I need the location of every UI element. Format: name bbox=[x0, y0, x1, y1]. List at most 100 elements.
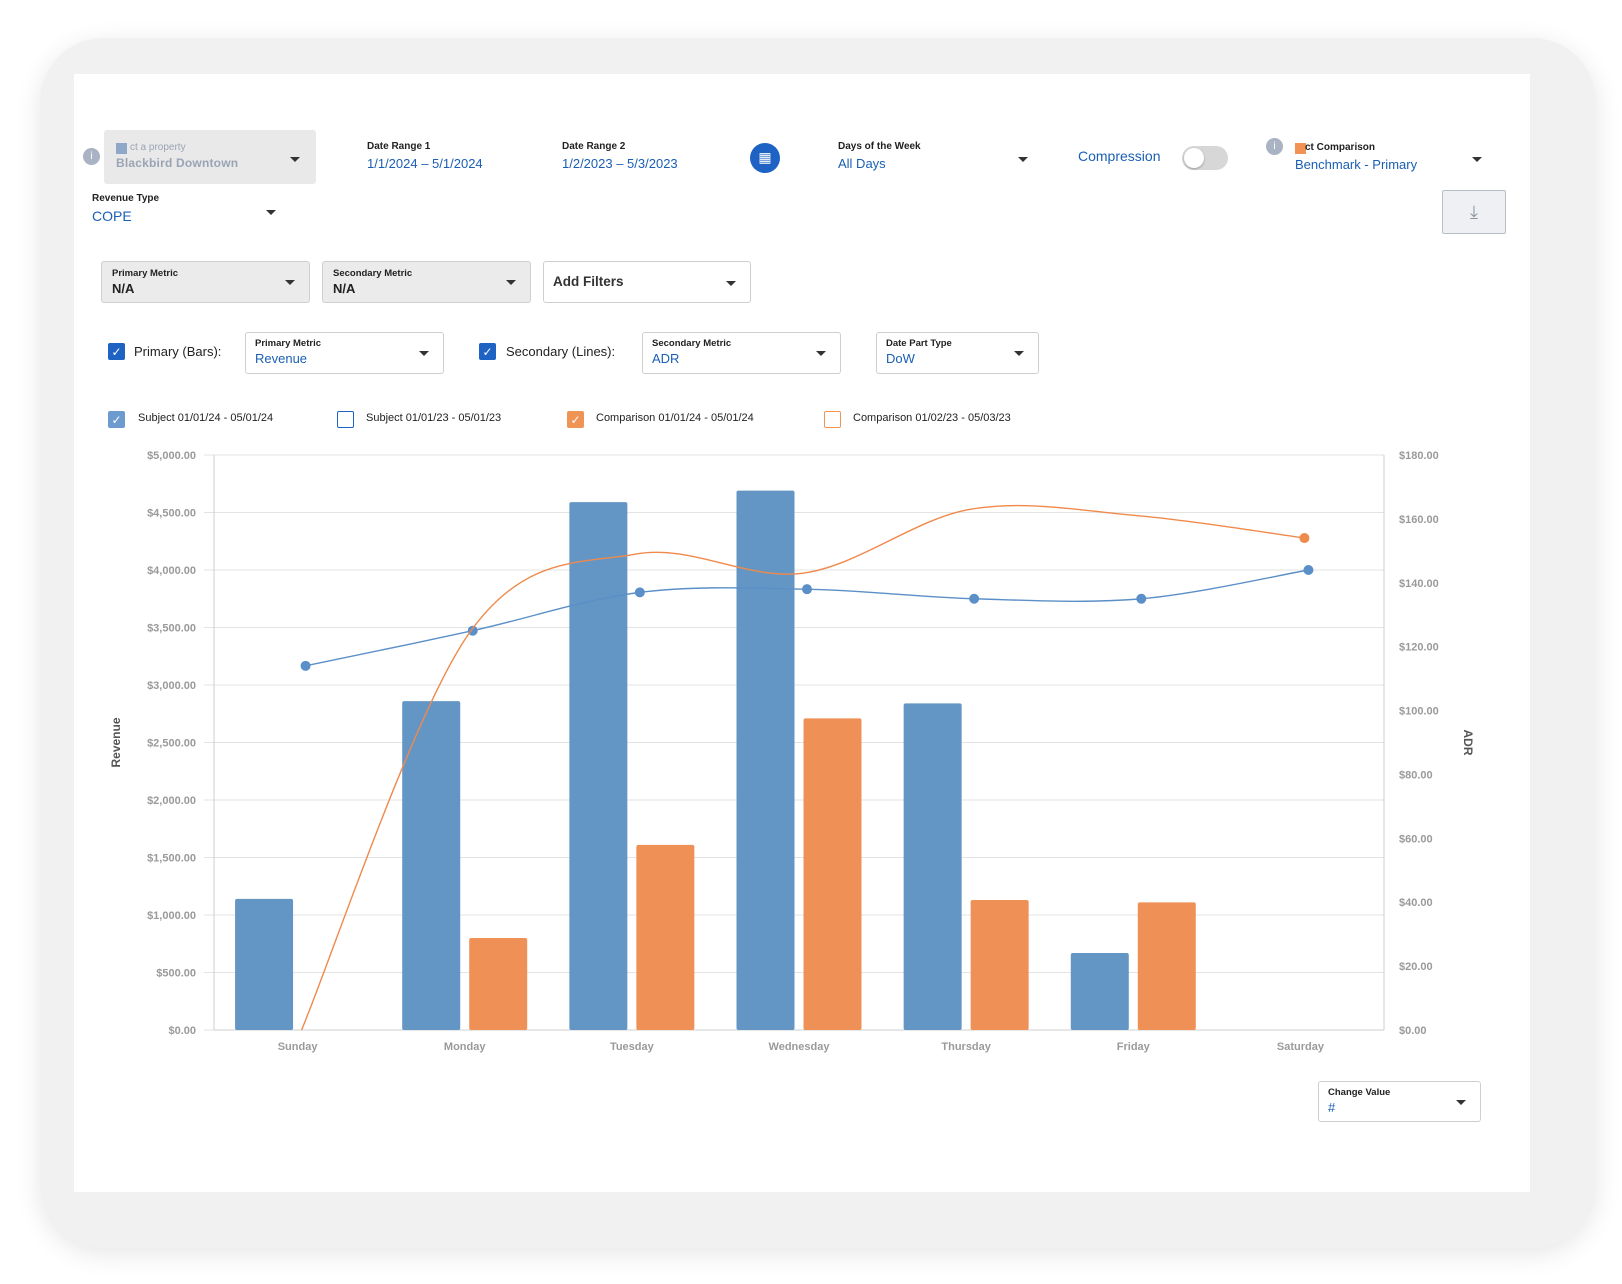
primary-bars-checkbox[interactable]: ✓ bbox=[108, 343, 125, 360]
chevron-down-icon bbox=[285, 280, 295, 285]
date-range-1-label: Date Range 1 bbox=[367, 141, 431, 152]
primary-metric-select-label: Primary Metric bbox=[255, 338, 322, 349]
x-tick-label: Tuesday bbox=[610, 1041, 655, 1053]
secondary-lines-label: Secondary (Lines): bbox=[506, 344, 616, 359]
secondary-lines-checkbox[interactable]: ✓ bbox=[479, 343, 496, 360]
x-tick-label: Saturday bbox=[1277, 1041, 1325, 1053]
toggle-knob bbox=[1184, 148, 1204, 168]
y-tick-label: $500.00 bbox=[156, 968, 196, 980]
y2-tick-label: $60.00 bbox=[1399, 833, 1433, 845]
legend-comparison-2024-label: Comparison 01/01/24 - 05/01/24 bbox=[596, 412, 754, 424]
secondary-metric-filter-value: N/A bbox=[333, 281, 356, 296]
days-of-week-label: Days of the Week bbox=[838, 141, 921, 152]
property-value: Blackbird Downtown bbox=[116, 156, 239, 170]
secondary-metric-filter-label: Secondary Metric bbox=[333, 268, 413, 279]
bar bbox=[636, 844, 695, 1030]
y-tick-label: $2,000.00 bbox=[147, 795, 196, 807]
primary-metric-select-value: Revenue bbox=[255, 351, 308, 366]
add-filters-label: Add Filters bbox=[553, 274, 624, 289]
y-axis-title: Revenue bbox=[109, 717, 123, 767]
x-tick-label: Wednesday bbox=[769, 1041, 831, 1053]
legend-comparison-2023-label: Comparison 01/02/23 - 05/03/23 bbox=[853, 412, 1011, 424]
y-tick-label: $2,500.00 bbox=[147, 738, 196, 750]
line-point bbox=[300, 660, 311, 671]
bar bbox=[736, 490, 795, 1030]
change-value-label: Change Value bbox=[1328, 1087, 1391, 1098]
bar bbox=[1070, 952, 1129, 1030]
y2-tick-label: $20.00 bbox=[1399, 961, 1433, 973]
compression-label: Compression bbox=[1078, 148, 1161, 164]
download-button[interactable]: ⤓ bbox=[1442, 190, 1506, 234]
line-point bbox=[969, 593, 980, 604]
y2-tick-label: $180.00 bbox=[1399, 450, 1439, 462]
property-placeholder: ct a property bbox=[130, 142, 186, 153]
line-point bbox=[1299, 533, 1310, 544]
y2-tick-label: $80.00 bbox=[1399, 769, 1433, 781]
chevron-down-icon bbox=[419, 351, 429, 356]
revenue-type-value[interactable]: COPE bbox=[92, 208, 132, 224]
x-tick-label: Monday bbox=[444, 1041, 486, 1053]
y2-axis-title: ADR bbox=[1461, 730, 1475, 756]
primary-metric-filter[interactable]: Primary Metric N/A bbox=[101, 261, 310, 303]
date-range-2-value[interactable]: 1/2/2023 – 5/3/2023 bbox=[562, 156, 678, 171]
comparison-label: ct Comparison bbox=[1305, 142, 1376, 153]
y-tick-label: $5,000.00 bbox=[147, 450, 196, 462]
comparison-value[interactable]: Benchmark - Primary bbox=[1295, 157, 1417, 172]
line-point bbox=[1303, 565, 1314, 575]
chevron-down-icon bbox=[1014, 351, 1024, 356]
y2-tick-label: $100.00 bbox=[1399, 706, 1439, 718]
primary-metric-select[interactable]: Primary Metric Revenue bbox=[245, 332, 444, 374]
legend-subject-2024-checkbox[interactable]: ✓ bbox=[108, 411, 125, 428]
primary-metric-filter-value: N/A bbox=[112, 281, 135, 296]
bar bbox=[569, 502, 628, 1030]
line-point bbox=[802, 584, 812, 595]
y-tick-label: $0.00 bbox=[168, 1025, 196, 1037]
legend-subject-2023-checkbox[interactable] bbox=[337, 411, 354, 428]
days-of-week-chevron-icon[interactable] bbox=[1018, 157, 1028, 162]
y2-tick-label: $40.00 bbox=[1399, 897, 1433, 909]
x-tick-label: Friday bbox=[1117, 1041, 1151, 1053]
bar bbox=[970, 900, 1029, 1030]
date-part-type-label: Date Part Type bbox=[886, 338, 952, 349]
secondary-metric-select-label: Secondary Metric bbox=[652, 338, 732, 349]
bar bbox=[1137, 902, 1196, 1030]
legend-subject-2024-label: Subject 01/01/24 - 05/01/24 bbox=[138, 412, 274, 424]
x-tick-label: Thursday bbox=[941, 1041, 991, 1053]
y2-tick-label: $0.00 bbox=[1399, 1025, 1427, 1037]
date-range-2-label: Date Range 2 bbox=[562, 141, 626, 152]
comparison-info-icon[interactable]: i bbox=[1266, 138, 1283, 155]
chevron-down-icon bbox=[816, 351, 826, 356]
bar bbox=[803, 718, 862, 1030]
date-part-type-select[interactable]: Date Part Type DoW bbox=[876, 332, 1039, 374]
secondary-metric-filter[interactable]: Secondary Metric N/A bbox=[322, 261, 531, 303]
bar bbox=[402, 701, 461, 1030]
compression-toggle[interactable] bbox=[1182, 146, 1228, 170]
y-tick-label: $1,500.00 bbox=[147, 853, 196, 865]
calendar-icon: ▦ bbox=[758, 150, 772, 166]
property-square-icon bbox=[116, 143, 127, 154]
days-of-week-value[interactable]: All Days bbox=[838, 156, 886, 171]
property-select[interactable]: ct a property Blackbird Downtown bbox=[104, 130, 316, 184]
download-icon: ⤓ bbox=[1470, 201, 1478, 223]
legend-comparison-2023-checkbox[interactable] bbox=[824, 411, 841, 428]
chevron-down-icon bbox=[1456, 1100, 1466, 1105]
revenue-type-chevron-icon[interactable] bbox=[266, 210, 276, 215]
y-tick-label: $3,500.00 bbox=[147, 623, 196, 635]
property-info-icon[interactable]: i bbox=[83, 148, 100, 165]
y2-tick-label: $160.00 bbox=[1399, 514, 1439, 526]
y2-tick-label: $140.00 bbox=[1399, 578, 1439, 590]
legend-subject-2023-label: Subject 01/01/23 - 05/01/23 bbox=[366, 412, 502, 424]
revenue-adr-chart: $0.00 $500.00 $1,000.00 $1,500.00 $2,000.00 $… bbox=[109, 450, 1475, 1053]
change-value-value: # bbox=[1328, 1100, 1336, 1115]
bar bbox=[235, 898, 294, 1030]
secondary-metric-select[interactable]: Secondary Metric ADR bbox=[642, 332, 841, 374]
add-filters-select[interactable]: Add Filters bbox=[543, 261, 751, 303]
change-value-select[interactable]: Change Value # bbox=[1318, 1081, 1481, 1122]
date-range-1-value[interactable]: 1/1/2024 – 5/1/2024 bbox=[367, 156, 483, 171]
comparison-chevron-icon[interactable] bbox=[1472, 157, 1482, 162]
secondary-metric-select-value: ADR bbox=[652, 351, 680, 366]
line-point bbox=[1136, 593, 1147, 604]
legend-comparison-2024-checkbox[interactable]: ✓ bbox=[567, 411, 584, 428]
calendar-button[interactable]: ▦ bbox=[750, 143, 780, 173]
chevron-down-icon bbox=[290, 157, 300, 162]
